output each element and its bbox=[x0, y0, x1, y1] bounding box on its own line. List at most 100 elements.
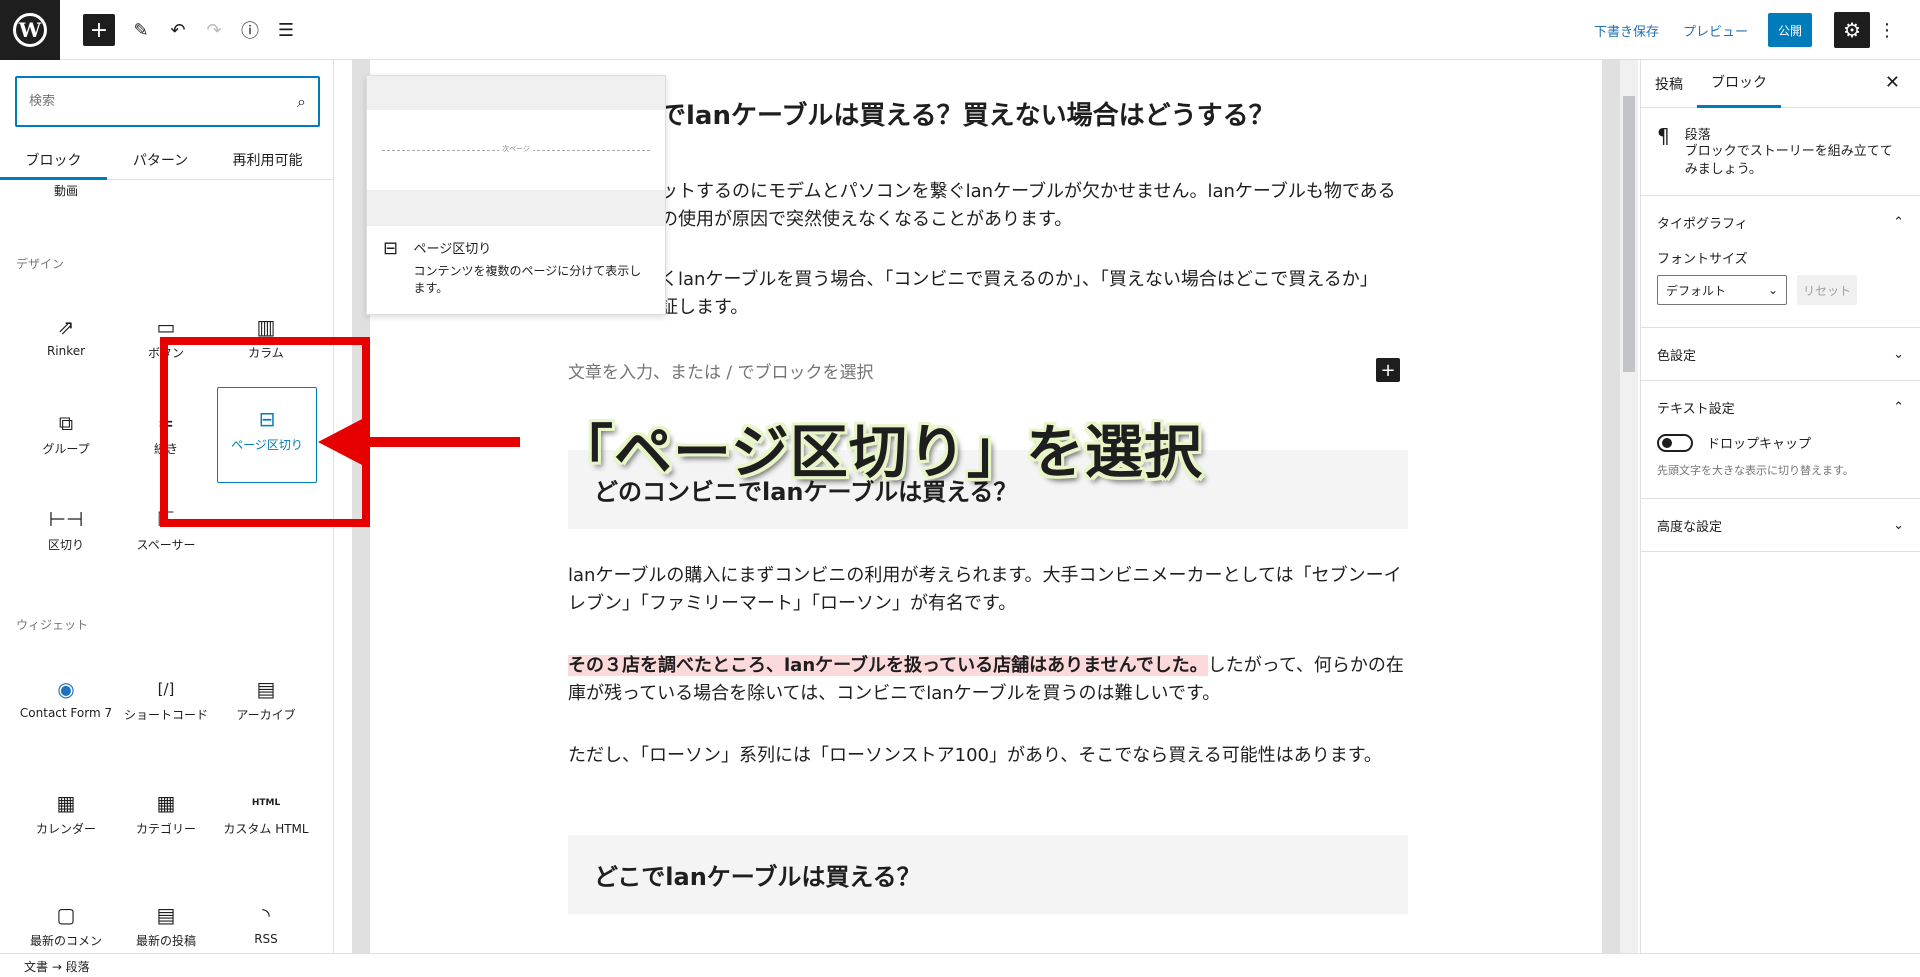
chevron-down-icon: ⌄ bbox=[1767, 283, 1778, 298]
canvas-scrollbar[interactable] bbox=[1620, 60, 1638, 953]
typography-toggle[interactable]: タイポグラフィ ⌃ bbox=[1657, 196, 1904, 248]
redo-icon[interactable]: ↷ bbox=[198, 14, 230, 46]
tab-patterns[interactable]: パターン bbox=[107, 140, 214, 180]
advanced-section: 高度な設定 ⌄ bbox=[1641, 499, 1920, 553]
heading-block[interactable]: どこでlanケーブルは買える？ bbox=[568, 835, 1408, 914]
wordpress-logo[interactable]: W bbox=[0, 0, 60, 60]
info-icon[interactable]: ⓘ bbox=[234, 14, 266, 46]
paragraph-block[interactable]: lanケーブルの購入にまずコンビニの利用が考えられます。大手コンビニメーカーとし… bbox=[568, 562, 1408, 618]
calendar-icon: ▦ bbox=[56, 791, 76, 815]
text-settings-toggle[interactable]: テキスト設定 ⌃ bbox=[1657, 381, 1904, 433]
comment-icon: ▢ bbox=[56, 903, 76, 927]
contact-form-icon: ◉ bbox=[57, 677, 75, 701]
inserter-tabs: ブロック パターン 再利用可能 bbox=[0, 140, 333, 180]
popover-title: ページ区切り bbox=[413, 242, 492, 257]
annotation-arrow bbox=[355, 437, 520, 447]
block-rss[interactable]: ◝ RSS bbox=[216, 898, 316, 946]
categories-icon: ▦ bbox=[156, 791, 176, 815]
highlighted-text: その３店を調べたところ、lanケーブルを扱っている店舗はありませんでした。 bbox=[568, 655, 1208, 676]
category-design-label: デザイン bbox=[16, 257, 65, 271]
block-label: カレンダー bbox=[35, 822, 96, 836]
block-label: 動画 bbox=[53, 184, 78, 198]
settings-sidebar: 投稿 ブロック ✕ ¶ 段落 ブロックでストーリーを組み立ててみましょう。 タイ… bbox=[1640, 60, 1920, 953]
block-label: 最新のコメン bbox=[29, 934, 102, 948]
block-rinker[interactable]: ⇗ Rinker bbox=[16, 310, 116, 358]
font-size-select[interactable]: デフォルト ⌄ bbox=[1657, 275, 1787, 306]
save-draft-button[interactable]: 下書き保存 bbox=[1586, 21, 1667, 40]
chevron-down-icon: ⌄ bbox=[1893, 517, 1904, 533]
block-label: Rinker bbox=[46, 344, 86, 358]
advanced-toggle[interactable]: 高度な設定 ⌄ bbox=[1657, 499, 1904, 551]
search-icon[interactable]: ⌕ bbox=[297, 92, 306, 112]
reset-button[interactable]: リセット bbox=[1797, 275, 1857, 306]
block-search-box[interactable]: ⌕ bbox=[15, 76, 320, 127]
block-label: Contact Form 7 bbox=[19, 706, 113, 720]
block-archive[interactable]: ▤ アーカイブ bbox=[216, 672, 316, 723]
block-custom-html[interactable]: HTML カスタム HTML bbox=[216, 786, 316, 837]
add-block-button[interactable]: + bbox=[83, 14, 115, 46]
breadcrumb[interactable]: 文書 → 段落 bbox=[0, 953, 1920, 977]
block-contact-form[interactable]: ◉ Contact Form 7 bbox=[16, 672, 116, 720]
page-break-icon: ⊟ bbox=[383, 238, 399, 259]
tab-block[interactable]: ブロック bbox=[1697, 60, 1781, 108]
block-group[interactable]: ⧉ グループ bbox=[16, 406, 116, 457]
paragraph-block[interactable]: その３店を調べたところ、lanケーブルを扱っている店舗はありませんでした。したが… bbox=[568, 652, 1408, 708]
block-label: カテゴリー bbox=[135, 822, 196, 836]
dropcap-toggle[interactable] bbox=[1657, 433, 1693, 452]
font-size-label: フォントサイズ bbox=[1657, 252, 1748, 268]
block-latest-comments[interactable]: ▢ 最新のコメン bbox=[16, 898, 116, 949]
block-label: スペーサー bbox=[136, 538, 196, 552]
more-options-icon[interactable]: ⋮ bbox=[1878, 20, 1896, 41]
tab-post[interactable]: 投稿 bbox=[1641, 60, 1697, 108]
undo-icon[interactable]: ↶ bbox=[162, 14, 194, 46]
block-info-card: ¶ 段落 ブロックでストーリーを組み立ててみましょう。 bbox=[1641, 108, 1920, 197]
scrollbar-thumb[interactable] bbox=[1623, 96, 1635, 372]
text-settings-section: テキスト設定 ⌃ ドロップキャップ 先頭文字を大きな表示に切り替えます。 bbox=[1641, 381, 1920, 500]
section-title: 色設定 bbox=[1657, 348, 1697, 364]
paragraph-icon: ¶ bbox=[1657, 124, 1670, 148]
block-name: 段落 bbox=[1684, 128, 1711, 143]
color-toggle[interactable]: 色設定 ⌄ bbox=[1657, 328, 1904, 380]
block-separator[interactable]: ⊢⊣ 区切り bbox=[16, 502, 116, 553]
block-categories[interactable]: ▦ カテゴリー bbox=[116, 786, 216, 837]
color-section: 色設定 ⌄ bbox=[1641, 328, 1920, 382]
paragraph-block[interactable]: ただし、「ローソン」系列には「ローソンストア100」があり、そこでなら買える可能… bbox=[568, 742, 1408, 770]
inline-add-block-button[interactable]: + bbox=[1376, 358, 1400, 382]
popover-description: コンテンツを複数のページに分けて表示します。 bbox=[413, 264, 642, 295]
tab-reusable[interactable]: 再利用可能 bbox=[214, 140, 321, 180]
block-preview-popover: 次ページ ⊟ ページ区切り コンテンツを複数のページに分けて表示します。 bbox=[366, 75, 666, 315]
dropcap-help: 先頭文字を大きな表示に切り替えます。 bbox=[1657, 464, 1854, 478]
paragraph-intro-2[interactable]: くlanケーブルを買う場合、「コンビニで買えるのか」、「買えない場合はどこで買え… bbox=[660, 266, 1400, 322]
block-shortcode[interactable]: [/] ショートコード bbox=[116, 672, 216, 723]
canvas-gutter-right bbox=[1602, 60, 1620, 953]
post-title[interactable]: でlanケーブルは買える？買えない場合はどうする？ bbox=[660, 95, 1380, 132]
paragraph-intro[interactable]: ットするのにモデムとパソコンを繋ぐlanケーブルが欠かせません。lanケーブルも… bbox=[660, 178, 1400, 234]
block-video[interactable]: 動画 bbox=[16, 182, 116, 199]
block-calendar[interactable]: ▦ カレンダー bbox=[16, 786, 116, 837]
archive-icon: ▤ bbox=[256, 677, 276, 701]
block-label: 区切り bbox=[47, 538, 84, 552]
section-title: テキスト設定 bbox=[1657, 401, 1735, 417]
block-label: 最新の投稿 bbox=[135, 934, 196, 948]
chevron-up-icon: ⌃ bbox=[1893, 214, 1904, 230]
html-icon: HTML bbox=[251, 798, 281, 808]
block-search-input[interactable] bbox=[29, 94, 298, 109]
settings-gear-icon[interactable]: ⚙ bbox=[1834, 12, 1871, 48]
external-link-icon: ⇗ bbox=[57, 315, 75, 339]
preview-area: 次ページ bbox=[367, 76, 665, 226]
block-description: ブロックでストーリーを組み立ててみましょう。 bbox=[1684, 144, 1893, 178]
publish-button[interactable]: 公開 bbox=[1768, 13, 1813, 47]
preview-button[interactable]: プレビュー bbox=[1675, 21, 1756, 40]
tab-blocks[interactable]: ブロック bbox=[0, 140, 107, 180]
block-label: アーカイブ bbox=[236, 708, 296, 722]
close-icon[interactable]: ✕ bbox=[1885, 72, 1900, 93]
block-latest-posts[interactable]: ▤ 最新の投稿 bbox=[116, 898, 216, 949]
list-view-icon[interactable]: ☰ bbox=[270, 14, 302, 46]
block-label: RSS bbox=[254, 932, 278, 946]
empty-paragraph-placeholder[interactable]: 文章を入力、または / でブロックを選択 bbox=[568, 358, 1408, 383]
edit-icon[interactable]: ✎ bbox=[125, 14, 157, 46]
rss-icon: ◝ bbox=[262, 903, 270, 927]
typography-section: タイポグラフィ ⌃ フォントサイズ デフォルト ⌄ リセット bbox=[1641, 196, 1920, 329]
annotation-arrow-head bbox=[318, 418, 364, 466]
group-icon: ⧉ bbox=[58, 411, 74, 435]
